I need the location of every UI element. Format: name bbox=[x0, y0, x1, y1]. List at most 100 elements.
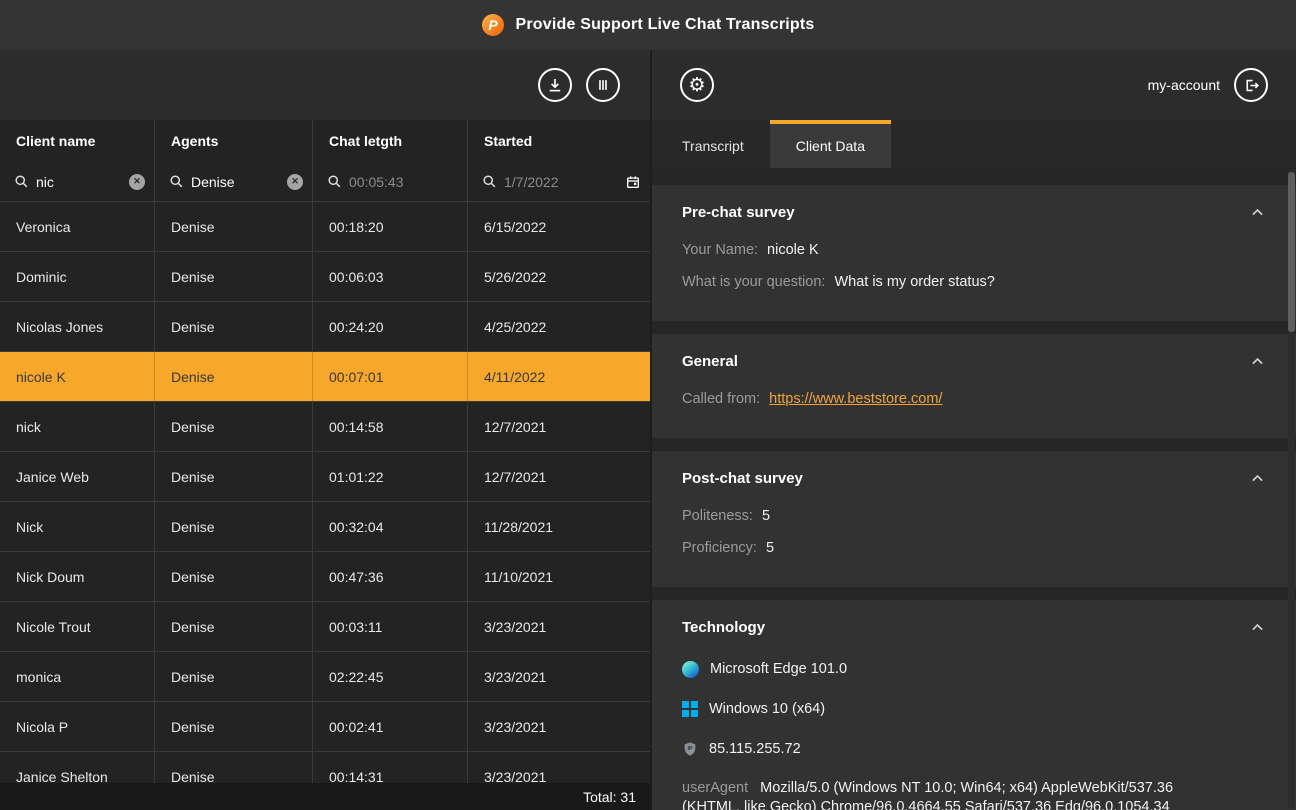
user-agent-label: userAgent bbox=[682, 780, 748, 796]
section-title: Post-chat survey bbox=[682, 470, 803, 487]
clear-agent-filter-button[interactable]: ✕ bbox=[287, 174, 303, 190]
search-icon bbox=[14, 174, 29, 189]
column-header-started[interactable]: Started bbox=[468, 120, 650, 162]
detail-tabs: Transcript Client Data bbox=[652, 120, 1296, 168]
cell-client: Nick Doum bbox=[0, 552, 155, 601]
started-date-filter-input[interactable] bbox=[504, 174, 618, 190]
browser-value: Microsoft Edge 101.0 bbox=[710, 661, 847, 677]
toggle-columns-button[interactable] bbox=[586, 68, 620, 102]
cell-started: 3/23/2021 bbox=[468, 602, 650, 651]
section-title: Technology bbox=[682, 619, 765, 636]
ip-address-icon: IP bbox=[682, 741, 698, 757]
tab-client-data[interactable]: Client Data bbox=[770, 120, 891, 168]
settings-button[interactable]: ⚙ bbox=[680, 68, 714, 102]
section-post-chat-survey: Post-chat survey Politeness:5 Proficienc… bbox=[652, 451, 1296, 587]
cell-length: 00:18:20 bbox=[313, 202, 468, 251]
agent-filter-input[interactable] bbox=[191, 174, 280, 190]
cell-started: 12/7/2021 bbox=[468, 452, 650, 501]
table-header-row: Client name Agents Chat letgth Started bbox=[0, 120, 650, 162]
column-header-client-name[interactable]: Client name bbox=[0, 120, 155, 162]
logout-button[interactable] bbox=[1234, 68, 1268, 102]
cell-agent: Denise bbox=[155, 602, 313, 651]
table-body: Veronica Denise 00:18:20 6/15/2022 Domin… bbox=[0, 202, 650, 783]
cell-started: 3/23/2021 bbox=[468, 752, 650, 783]
cell-started: 11/28/2021 bbox=[468, 502, 650, 551]
windows-icon bbox=[682, 701, 698, 717]
os-info: Windows 10 (x64) bbox=[682, 689, 1266, 729]
cell-length: 02:22:45 bbox=[313, 652, 468, 701]
field-value: What is my order status? bbox=[834, 274, 994, 290]
chat-length-filter-input[interactable] bbox=[349, 174, 458, 190]
cell-agent: Denise bbox=[155, 752, 313, 783]
cell-length: 00:14:31 bbox=[313, 752, 468, 783]
table-row[interactable]: Nicole Trout Denise 00:03:11 3/23/2021 bbox=[0, 602, 650, 652]
table-footer: Total: 31 bbox=[0, 783, 650, 810]
cell-agent: Denise bbox=[155, 552, 313, 601]
field-your-name: Your Name:nicole K bbox=[682, 234, 1266, 266]
cell-client: Nick bbox=[0, 502, 155, 551]
started-date-filter bbox=[468, 162, 650, 201]
os-value: Windows 10 (x64) bbox=[709, 701, 825, 717]
collapse-section-button[interactable] bbox=[1249, 619, 1266, 636]
total-count: Total: 31 bbox=[583, 789, 636, 805]
field-label: Your Name: bbox=[682, 242, 758, 258]
cell-length: 00:24:20 bbox=[313, 302, 468, 351]
date-picker-button[interactable] bbox=[625, 174, 641, 190]
right-toolbar: ⚙ my-account bbox=[652, 50, 1296, 120]
cell-agent: Denise bbox=[155, 202, 313, 251]
table-row[interactable]: Nick Doum Denise 00:47:36 11/10/2021 bbox=[0, 552, 650, 602]
search-icon bbox=[169, 174, 184, 189]
cell-client: Janice Shelton bbox=[0, 752, 155, 783]
table-row[interactable]: Nicolas Jones Denise 00:24:20 4/25/2022 bbox=[0, 302, 650, 352]
chevron-up-icon bbox=[1249, 204, 1266, 221]
app-window: P Provide Support Live Chat Transcripts bbox=[0, 0, 1296, 810]
column-header-agents[interactable]: Agents bbox=[155, 120, 313, 162]
cell-length: 01:01:22 bbox=[313, 452, 468, 501]
download-icon bbox=[546, 76, 564, 94]
transcripts-panel: Client name Agents Chat letgth Started ✕ bbox=[0, 50, 650, 810]
field-value: 5 bbox=[762, 508, 770, 524]
download-transcripts-button[interactable] bbox=[538, 68, 572, 102]
column-header-chat-length[interactable]: Chat letgth bbox=[313, 120, 468, 162]
table-row[interactable]: Janice Web Denise 01:01:22 12/7/2021 bbox=[0, 452, 650, 502]
cell-client: Nicola P bbox=[0, 702, 155, 751]
field-label: Called from: bbox=[682, 391, 760, 407]
section-pre-chat-survey: Pre-chat survey Your Name:nicole K What … bbox=[652, 185, 1296, 321]
client-name-filter: ✕ bbox=[0, 162, 155, 201]
calendar-icon bbox=[625, 174, 641, 190]
table-row[interactable]: nick Denise 00:14:58 12/7/2021 bbox=[0, 402, 650, 452]
app-title: Provide Support Live Chat Transcripts bbox=[515, 16, 814, 34]
table-row[interactable]: Nick Denise 00:32:04 11/28/2021 bbox=[0, 502, 650, 552]
cell-agent: Denise bbox=[155, 652, 313, 701]
table-row[interactable]: Dominic Denise 00:06:03 5/26/2022 bbox=[0, 252, 650, 302]
columns-icon bbox=[594, 76, 612, 94]
cell-agent: Denise bbox=[155, 302, 313, 351]
called-from-link[interactable]: https://www.beststore.com/ bbox=[769, 391, 942, 407]
table-row[interactable]: Nicola P Denise 00:02:41 3/23/2021 bbox=[0, 702, 650, 752]
chevron-up-icon bbox=[1249, 353, 1266, 370]
scrollbar-thumb[interactable] bbox=[1288, 172, 1295, 332]
table-row[interactable]: Janice Shelton Denise 00:14:31 3/23/2021 bbox=[0, 752, 650, 783]
table-row[interactable]: monica Denise 02:22:45 3/23/2021 bbox=[0, 652, 650, 702]
svg-text:P: P bbox=[489, 17, 499, 33]
cell-length: 00:14:58 bbox=[313, 402, 468, 451]
clear-client-filter-button[interactable]: ✕ bbox=[129, 174, 145, 190]
section-technology: Technology Microsoft Edge 101.0 Windows … bbox=[652, 600, 1296, 810]
cell-started: 5/26/2022 bbox=[468, 252, 650, 301]
tab-transcript[interactable]: Transcript bbox=[656, 120, 770, 168]
collapse-section-button[interactable] bbox=[1249, 470, 1266, 487]
cell-client: Janice Web bbox=[0, 452, 155, 501]
details-panel: ⚙ my-account Transcript Client Data bbox=[650, 50, 1296, 810]
cell-client: Veronica bbox=[0, 202, 155, 251]
provide-support-logo-icon: P bbox=[481, 13, 505, 37]
collapse-section-button[interactable] bbox=[1249, 204, 1266, 221]
table-row[interactable]: Veronica Denise 00:18:20 6/15/2022 bbox=[0, 202, 650, 252]
field-label: Politeness: bbox=[682, 508, 753, 524]
cell-started: 3/23/2021 bbox=[468, 702, 650, 751]
svg-text:IP: IP bbox=[687, 746, 692, 752]
collapse-section-button[interactable] bbox=[1249, 353, 1266, 370]
client-name-filter-input[interactable] bbox=[36, 174, 122, 190]
browser-info: Microsoft Edge 101.0 bbox=[682, 649, 1266, 689]
table-row-selected[interactable]: nicole K Denise 00:07:01 4/11/2022 bbox=[0, 352, 650, 402]
scrollbar[interactable] bbox=[1288, 170, 1295, 808]
